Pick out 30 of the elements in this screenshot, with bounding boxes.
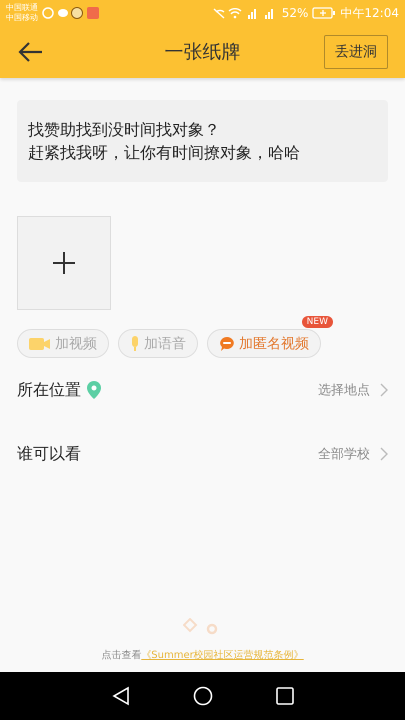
carrier-name: 中国联通 (6, 3, 38, 13)
new-badge: NEW (302, 316, 333, 328)
rules-link[interactable]: 《Summer校园社区运营规范条例》 (141, 650, 304, 661)
attach-chip[interactable]: 加匿名视频 (207, 329, 321, 358)
home-nav-icon[interactable] (192, 686, 212, 706)
battery-percent: 52% (282, 6, 308, 20)
back-nav-icon[interactable] (112, 686, 130, 706)
post-field[interactable]: 找赞助找到没时间找对象？ 赶紧找我呀，让你有时间撩对象，哈哈 (17, 100, 388, 182)
footer-text: 点击查看 (101, 650, 142, 661)
setting-value[interactable]: 选择地点 (318, 381, 370, 399)
notification-icons (42, 6, 100, 20)
chevron-right-icon (380, 447, 388, 461)
setting-label: 所在位置 (17, 380, 81, 400)
page-title: 一张纸牌 (164, 40, 240, 65)
chat-bubble-icon (219, 336, 235, 352)
recents-nav-icon[interactable] (276, 687, 294, 705)
carrier-name: 中国移动 (6, 13, 38, 23)
microphone-icon (130, 336, 140, 352)
back-icon[interactable] (17, 41, 43, 63)
clock: 中午12:04 (340, 4, 399, 22)
video-camera-icon (29, 336, 51, 350)
submit-button[interactable]: 丢进洞 (324, 35, 388, 69)
plus-icon (52, 251, 76, 275)
post-text-line: 找赞助找到没时间找对象？ (28, 119, 220, 141)
location-pin-icon (87, 381, 101, 399)
post-text-line: 赶紧找我呀，让你有时间撩对象，哈哈 (28, 142, 300, 164)
setting-value[interactable]: 全部学校 (318, 445, 370, 463)
setting-label: 谁可以看 (17, 444, 81, 464)
battery-icon (312, 7, 336, 19)
chevron-right-icon (380, 383, 388, 397)
